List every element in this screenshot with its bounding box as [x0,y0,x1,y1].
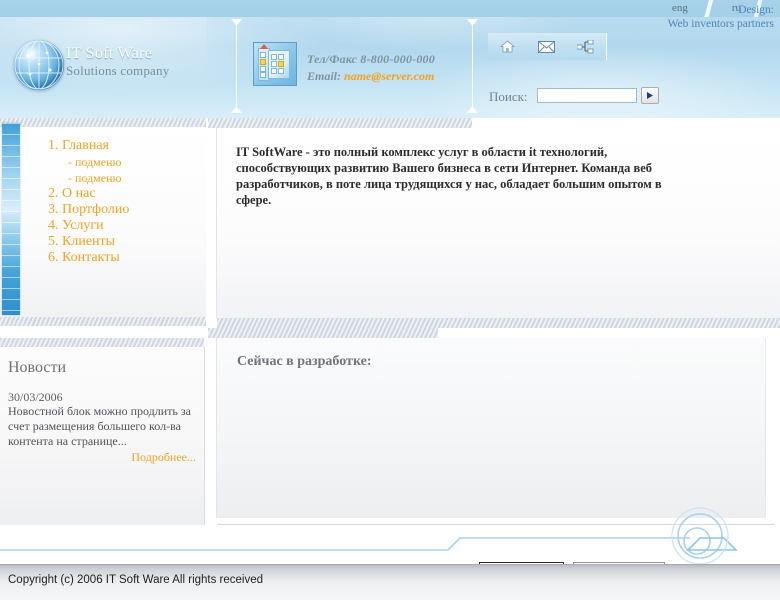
menu-item-clients[interactable]: 5. Клиенты [48,234,129,250]
development-panel: Сейчас в разработке: [216,338,766,518]
main-navigation: 1. Главная - подменю - подменю 2. О нас … [48,138,129,266]
design-value[interactable]: Web inventors partners [668,17,774,31]
menu-subitem-1[interactable]: - подменю [48,154,129,170]
menu-subitem-2[interactable]: - подменю [48,170,129,186]
header-divider-right [472,19,473,113]
contact-email-link[interactable]: name@server.com [344,69,434,83]
search-input[interactable] [537,88,637,103]
header-nav-icons [488,33,607,60]
content-divider [218,524,774,525]
header-divider-left [236,19,237,113]
development-title: Сейчас в разработке: [237,354,372,369]
news-title: Новости [8,359,67,376]
page-root: eng ru IT Soft Ware Solutions company Те… [0,0,780,600]
news-date: 30/03/2006 [8,390,63,404]
copyright-text: Copyright (c) 2006 IT Soft Ware All righ… [8,574,264,586]
contact-phone: Тел/Факс 8-800-000-000 [307,52,435,66]
search-label: Поиск: [489,89,528,104]
search-submit-button[interactable] [641,87,659,104]
news-panel-tab [0,338,204,347]
sitemap-icon[interactable] [566,33,605,60]
contact-email-label: Email: [307,69,342,83]
site-footer: Copyright (c) 2006 IT Soft Ware All righ… [0,564,780,600]
news-body: Новостной блок можно продлить за счет ра… [8,404,191,448]
menu-accent-bar [2,123,20,315]
menu-item-contacts[interactable]: 6. Контакты [48,250,129,266]
menu-item-main[interactable]: 1. Главная [48,138,129,154]
design-credit: Design: Web inventors partners [668,3,774,31]
menu-item-portfolio[interactable]: 3. Портфолио [48,202,129,218]
news-more-link[interactable]: Подробнее... [131,450,196,465]
menu-item-services[interactable]: 4. Услуги [48,218,129,234]
keypad-icon-triangle [260,44,268,49]
logo-title: IT Soft Ware [66,45,153,62]
contact-email-row: Email: name@server.com [307,69,435,84]
keypad-icon [253,42,297,86]
globe-icon [14,40,64,90]
logo-tagline: Solutions company [66,63,170,78]
intro-paragraph: IT SoftWare - это полный комплекс услуг … [236,145,662,207]
contact-info: Тел/Факс 8-800-000-000 Email: name@serve… [307,52,435,84]
news-panel: Новости 30/03/2006 Новостной блок можно … [0,347,205,525]
menu-item-about[interactable]: 2. О нас [48,186,129,202]
logo-block[interactable]: IT Soft Ware Solutions company [0,17,206,118]
site-header: eng ru IT Soft Ware Solutions company Те… [0,0,780,118]
home-icon[interactable] [488,33,527,60]
mail-icon[interactable] [527,33,566,60]
arrow-right-icon [646,92,653,99]
content-panel-tab [208,118,472,128]
development-panel-tab [208,328,438,338]
content-panel: IT SoftWare - это полный комплекс услуг … [216,128,780,328]
design-label: Design: [738,4,774,16]
